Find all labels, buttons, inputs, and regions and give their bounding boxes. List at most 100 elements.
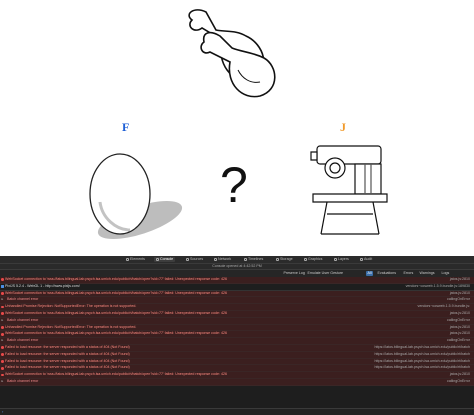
tab-audit[interactable]: Audit (360, 257, 372, 262)
message-text: Batch channel error (7, 378, 39, 383)
drumstick-picture (188, 9, 276, 98)
console-message[interactable]: ▸ Batch channel error callingOnError (0, 317, 474, 325)
message-source-link[interactable]: jatos.js:2810 (450, 331, 470, 337)
error-icon (1, 353, 5, 356)
console-message[interactable]: Failed to load resource: the server resp… (0, 365, 474, 373)
console-icon (156, 258, 159, 261)
error-icon (1, 291, 5, 295)
console-prompt[interactable]: › (0, 408, 474, 415)
console-message[interactable]: Unhandled Promise Rejection: NotSupporte… (0, 324, 474, 332)
tab-network[interactable]: Network (214, 257, 231, 262)
tab-graphics[interactable]: Graphics (304, 257, 322, 262)
emulate-user-gesture-toggle[interactable]: Emulate User Gesture (306, 271, 345, 276)
console-message[interactable]: Failed to load resource: the server resp… (0, 344, 474, 352)
disclosure-triangle-icon[interactable]: ▸ (2, 297, 4, 303)
message-source-link[interactable]: jatos.js:2810 (450, 291, 470, 297)
message-text: Failed to load resource: the server resp… (5, 351, 130, 356)
error-icon (1, 278, 5, 282)
graphics-icon (304, 258, 307, 261)
message-text: WebSocket connection to 'wss://latos.bil… (5, 331, 227, 336)
console-message[interactable]: PixiJS 5.2.4 - WebGL 1 - http://www.pixi… (0, 283, 474, 291)
message-source-link[interactable]: https://latos.bilingual-lab.psych.lsa.um… (375, 359, 471, 365)
audit-icon (360, 258, 363, 261)
error-icon (1, 332, 5, 336)
message-source-link[interactable]: vendors~cosweb.1.5.9.bundle.js:189830 (406, 284, 470, 290)
message-text: WebSocket connection to 'wss://latos.bil… (5, 310, 227, 315)
message-text: Batch channel error (7, 297, 39, 302)
devtools-tab-bar: Elements Console Sources Network Timelin… (0, 256, 474, 264)
prompt-caret-icon: › (2, 409, 4, 414)
message-text: Unhandled Promise Rejection: NotSupporte… (5, 324, 137, 329)
console-message[interactable]: WebSocket connection to 'wss://latos.bil… (0, 310, 474, 318)
error-icon (1, 312, 5, 316)
console-message[interactable]: WebSocket connection to 'wss://latos.bil… (0, 277, 474, 284)
message-text: WebSocket connection to 'wss://latos.bil… (5, 277, 227, 281)
message-text: WebSocket connection to 'wss://latos.bil… (5, 290, 227, 295)
disclosure-triangle-icon[interactable]: ▸ (2, 338, 4, 344)
message-text: Failed to load resource: the server resp… (5, 358, 130, 363)
message-source-link[interactable]: https://latos.bilingual-lab.psych.lsa.um… (375, 352, 471, 358)
message-text: WebSocket connection to 'wss://latos.bil… (5, 372, 227, 377)
message-source-link[interactable]: vendors~cosweb.1.5.9.bundle.js: (418, 304, 470, 310)
filter-logs[interactable]: Logs (440, 271, 451, 276)
message-text: PixiJS 5.2.4 - WebGL 1 - http://www.pixi… (5, 283, 80, 288)
message-source-link[interactable]: https://latos.bilingual-lab.psych.lsa.um… (375, 365, 471, 371)
experiment-stage: F J ? (0, 0, 474, 256)
message-text: Batch channel error (7, 338, 39, 343)
tab-elements[interactable]: Elements (126, 257, 145, 262)
preserve-log-toggle[interactable]: Preserve Log (282, 271, 306, 276)
message-source-link[interactable]: callingOnError (447, 338, 470, 344)
message-source-link[interactable]: jatos.js:2810 (450, 277, 470, 283)
message-source-link[interactable]: jatos.js:2810 (450, 311, 470, 317)
message-text: Unhandled Promise Rejection: NotSupporte… (5, 304, 137, 309)
network-icon (214, 258, 217, 261)
message-source-link[interactable]: jatos.js:2810 (450, 325, 470, 331)
error-icon (1, 325, 5, 329)
error-icon (1, 366, 5, 370)
console-message[interactable]: Failed to load resource: the server resp… (0, 351, 474, 359)
filter-evaluations[interactable]: Evaluations (376, 271, 398, 276)
question-mark: ? (220, 157, 248, 213)
message-source-link[interactable]: callingOnError (447, 318, 470, 324)
info-icon (1, 285, 5, 288)
message-source-link[interactable]: callingOnError (447, 379, 470, 385)
tab-sources[interactable]: Sources (186, 257, 203, 262)
filter-errors[interactable]: Errors (402, 271, 415, 276)
filter-all[interactable]: All (366, 271, 373, 276)
elements-icon (126, 258, 129, 261)
error-icon (1, 373, 5, 377)
timelines-icon (244, 258, 247, 261)
layers-icon (334, 258, 337, 261)
message-text: Failed to load resource: the server resp… (5, 365, 130, 370)
message-text: Batch channel error (7, 317, 39, 322)
message-text: Failed to load resource: the server resp… (5, 344, 130, 349)
tab-layers[interactable]: Layers (334, 257, 349, 262)
disclosure-triangle-icon[interactable]: ▸ (2, 379, 4, 385)
console-log: WebSocket connection to 'wss://latos.bil… (0, 277, 474, 386)
console-message[interactable]: ▸ Batch channel error callingOnError (0, 378, 474, 386)
disclosure-triangle-icon[interactable]: ▸ (2, 318, 4, 324)
tab-timelines[interactable]: Timelines (244, 257, 263, 262)
console-message[interactable]: ▸ Batch channel error callingOnError (0, 338, 474, 345)
console-message[interactable]: WebSocket connection to 'wss://latos.bil… (0, 372, 474, 379)
right-letter-label: J (340, 120, 346, 134)
egg-picture (89, 153, 183, 240)
message-source-link[interactable]: callingOnError (447, 297, 470, 303)
message-source-link[interactable]: jatos.js:2810 (450, 372, 470, 378)
error-icon (1, 305, 5, 309)
storage-icon (276, 258, 279, 261)
console-message[interactable]: ▸ Batch channel error callingOnError (0, 297, 474, 305)
error-icon (1, 346, 5, 350)
tab-storage[interactable]: Storage (276, 257, 293, 262)
web-inspector-console: Elements Console Sources Network Timelin… (0, 256, 474, 415)
console-message[interactable]: WebSocket connection to 'wss://latos.bil… (0, 290, 474, 298)
left-letter-label: F (122, 120, 130, 134)
tab-console[interactable]: Console (154, 257, 176, 262)
console-message[interactable]: Failed to load resource: the server resp… (0, 358, 474, 366)
filter-warnings[interactable]: Warnings (418, 271, 436, 276)
console-message[interactable]: WebSocket connection to 'wss://latos.bil… (0, 331, 474, 339)
message-source-link[interactable]: https://latos.bilingual-lab.psych.lsa.um… (375, 345, 471, 351)
console-message[interactable]: Unhandled Promise Rejection: NotSupporte… (0, 304, 474, 311)
sources-icon (186, 258, 189, 261)
sewing-machine-picture (310, 145, 388, 235)
